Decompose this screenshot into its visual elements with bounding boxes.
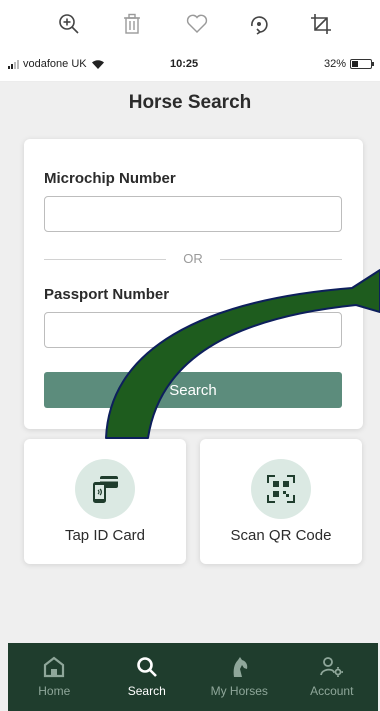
carrier-info: vodafone UK	[8, 58, 105, 70]
scan-qr-code-label: Scan QR Code	[230, 527, 332, 544]
microchip-number-input[interactable]	[44, 196, 342, 232]
search-button[interactable]: Search	[44, 372, 342, 408]
search-form-card: Microchip Number OR Passport Number Sear…	[24, 139, 363, 429]
passport-number-input[interactable]	[44, 312, 342, 348]
nav-home[interactable]: Home	[8, 643, 101, 711]
nav-account-label: Account	[310, 684, 354, 698]
signal-icon	[8, 59, 19, 69]
wifi-icon	[91, 59, 104, 69]
scan-qr-code-button[interactable]: Scan QR Code	[200, 439, 362, 564]
home-icon	[44, 656, 65, 678]
bottom-navigation: Home Search My Horses Account	[8, 643, 378, 711]
or-divider: OR	[44, 250, 342, 268]
crop-icon[interactable]	[306, 9, 336, 39]
battery-percent: 32%	[323, 58, 346, 70]
battery-status: 32%	[323, 58, 374, 70]
qr-code-icon	[251, 459, 311, 519]
passport-label: Passport Number	[44, 286, 170, 303]
tap-id-card-button[interactable]: Tap ID Card	[24, 439, 186, 564]
battery-icon	[350, 59, 374, 69]
page-title: Horse Search	[128, 92, 252, 113]
zoom-in-icon[interactable]	[54, 9, 84, 39]
status-bar: vodafone UK 10:25 32%	[0, 48, 380, 82]
rotate-icon[interactable]	[244, 9, 274, 39]
nav-home-label: Home	[38, 684, 71, 698]
nav-account[interactable]: Account	[286, 643, 379, 711]
nav-search-label: Search	[127, 684, 166, 698]
nav-my-horses[interactable]: My Horses	[193, 643, 286, 711]
trash-icon[interactable]	[117, 9, 147, 39]
clock: 10:25	[170, 58, 199, 70]
photo-viewer-toolbar	[0, 0, 380, 48]
account-settings-icon	[319, 657, 343, 677]
horse-icon	[233, 657, 248, 677]
nav-my-horses-label: My Horses	[210, 684, 268, 698]
search-icon	[136, 657, 157, 677]
heart-icon[interactable]	[182, 9, 212, 39]
microchip-label: Microchip Number	[44, 170, 176, 187]
carrier-name: vodafone UK	[23, 58, 87, 70]
nav-search[interactable]: Search	[101, 643, 194, 711]
tap-id-card-label: Tap ID Card	[64, 527, 146, 544]
nfc-card-icon	[75, 459, 135, 519]
